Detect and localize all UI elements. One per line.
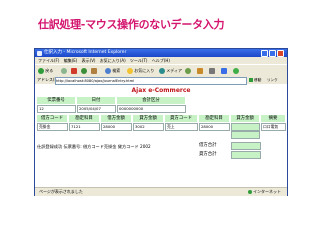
header-fiscal: 会計区分 bbox=[117, 97, 185, 104]
credit-total-field bbox=[231, 151, 261, 159]
header-memo: 摘要 bbox=[261, 115, 285, 122]
address-bar: アドレス(D) http://localhost:8080/ajax/journ… bbox=[35, 76, 287, 85]
edit-button[interactable] bbox=[221, 67, 227, 74]
go-button[interactable]: 移動 bbox=[249, 77, 263, 83]
date-input[interactable]: 2005/04/07 bbox=[77, 105, 116, 113]
go-arrow-icon bbox=[249, 78, 253, 82]
status-text: ページが表示されました bbox=[39, 189, 83, 194]
debit-total-label: 借方合計 bbox=[199, 143, 217, 148]
home-icon bbox=[91, 68, 97, 74]
debit-total-field bbox=[231, 142, 261, 150]
debit-code-input[interactable]: 売掛金 bbox=[37, 123, 68, 131]
browser-window: 仕訳入力 - Microsoft Internet Explorer ファイル(… bbox=[34, 48, 288, 196]
stop-icon bbox=[71, 68, 77, 74]
address-input[interactable]: http://localhost:8080/ajax/journalEntry.… bbox=[55, 77, 247, 85]
refresh-icon bbox=[81, 68, 87, 74]
debit-subject-input[interactable]: 7121 bbox=[69, 123, 100, 131]
window-title: 仕訳入力 - Microsoft Internet Explorer bbox=[44, 50, 127, 55]
menu-view[interactable]: 表示(V) bbox=[82, 58, 96, 63]
header-date: 日付 bbox=[77, 97, 115, 104]
maximize-button[interactable] bbox=[269, 50, 276, 57]
header-debit-code: 借方コード bbox=[37, 115, 67, 122]
header-credit-code: 貸方コード bbox=[165, 115, 197, 122]
credit-total-label: 貸方合計 bbox=[199, 152, 217, 157]
fiscal-input[interactable]: 0000000000 bbox=[117, 105, 186, 113]
edit-icon bbox=[221, 68, 227, 74]
mail-icon bbox=[197, 68, 203, 74]
ie-icon bbox=[37, 50, 42, 56]
header-slip-no: 伝票番号 bbox=[37, 97, 75, 104]
history-button[interactable] bbox=[185, 67, 191, 74]
zone-indicator: インターネット bbox=[247, 188, 281, 196]
header-debit-subject: 勘定科目 bbox=[69, 115, 99, 122]
history-icon bbox=[185, 68, 191, 74]
credit-amount-2-input[interactable] bbox=[231, 123, 260, 131]
favorites-button[interactable]: お気に入り bbox=[127, 67, 154, 74]
header-credit-subject: 勘定科目 bbox=[199, 115, 229, 122]
empty-entry-cell[interactable] bbox=[231, 131, 260, 139]
links-button[interactable]: リンク bbox=[267, 76, 278, 84]
stop-button[interactable] bbox=[71, 67, 77, 74]
header-credit-amount-2: 貸方金額 bbox=[231, 115, 259, 122]
page-content: Ajax e-Commerce 伝票番号 日付 会計区分 12 2005/04/… bbox=[35, 85, 287, 187]
menu-tools[interactable]: ツール(T) bbox=[130, 58, 148, 63]
menu-bar: ファイル(F) 編集(E) 表示(V) お気に入り(A) ツール(T) ヘルプ(… bbox=[35, 57, 287, 64]
close-button[interactable] bbox=[277, 50, 284, 57]
messenger-button[interactable] bbox=[233, 67, 239, 74]
mail-button[interactable] bbox=[197, 67, 203, 74]
title-bar: 仕訳入力 - Microsoft Internet Explorer bbox=[35, 49, 287, 57]
header-debit-amount: 借方金額 bbox=[101, 115, 131, 122]
slide-title: 仕訳処理-マウス操作のないデータ入力 bbox=[38, 18, 225, 31]
app-title: Ajax e-Commerce bbox=[131, 87, 191, 94]
status-bar: ページが表示されました インターネット bbox=[35, 187, 287, 196]
messenger-icon bbox=[233, 68, 239, 74]
credit-code-input[interactable]: 売上 bbox=[165, 123, 198, 131]
memo-input[interactable]: ロロ電気 bbox=[261, 123, 286, 131]
refresh-button[interactable] bbox=[81, 67, 87, 74]
credit-subject-input[interactable]: 28000 bbox=[199, 123, 230, 131]
menu-favorites[interactable]: お気に入り(A) bbox=[100, 58, 126, 63]
print-button[interactable] bbox=[209, 67, 215, 74]
credit-amount-input[interactable]: 3002 bbox=[133, 123, 164, 131]
print-icon bbox=[209, 68, 215, 74]
globe-icon bbox=[247, 190, 252, 194]
minimize-button[interactable] bbox=[261, 50, 268, 57]
search-button[interactable]: 検索 bbox=[105, 67, 120, 74]
header-credit-amount: 貸方金額 bbox=[133, 115, 163, 122]
back-button[interactable]: 戻る bbox=[38, 67, 53, 74]
media-button[interactable]: メディア bbox=[159, 67, 182, 74]
star-icon bbox=[127, 68, 133, 74]
debit-amount-input[interactable]: 28000 bbox=[101, 123, 132, 131]
status-message: 仕訳登録成功 伝票番号: 借方コード売掛金 貸方コード 2002 bbox=[37, 144, 151, 149]
back-arrow-icon bbox=[38, 68, 44, 74]
home-button[interactable] bbox=[91, 67, 97, 74]
slip-no-input[interactable]: 12 bbox=[37, 105, 76, 113]
forward-button[interactable] bbox=[61, 67, 67, 74]
menu-file[interactable]: ファイル(F) bbox=[38, 58, 59, 63]
menu-help[interactable]: ヘルプ(H) bbox=[152, 58, 170, 63]
forward-arrow-icon bbox=[61, 68, 67, 74]
search-icon bbox=[105, 68, 111, 74]
menu-edit[interactable]: 編集(E) bbox=[64, 58, 78, 63]
media-icon bbox=[159, 68, 165, 74]
